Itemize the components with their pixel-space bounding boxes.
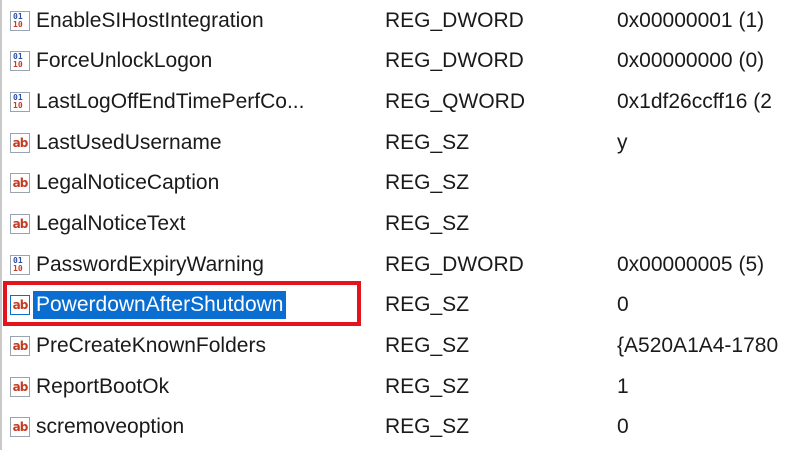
value-type: REG_SZ: [385, 293, 470, 316]
value-type: REG_DWORD: [385, 9, 524, 32]
binary-value-icon: 01 10: [10, 255, 30, 275]
registry-value-row[interactable]: 01 10 PasswordExpiryWarning REG_DWORD 0x0…: [0, 246, 800, 284]
binary-value-icon: 01 10: [10, 11, 30, 31]
value-data: 0x00000001 (1): [617, 9, 765, 32]
value-type: REG_SZ: [385, 375, 470, 398]
value-type: REG_SZ: [385, 415, 470, 438]
value-name-cell[interactable]: ab scremoveoption: [10, 412, 187, 442]
value-name: ReportBootOk: [36, 375, 170, 398]
value-name-cell[interactable]: ab LastUsedUsername: [10, 128, 225, 158]
value-name-cell[interactable]: ab PreCreateKnownFolders: [10, 331, 269, 361]
value-data: 0: [617, 415, 629, 438]
red-highlight-box: [3, 281, 361, 326]
value-data: 0x00000005 (5): [617, 253, 765, 276]
value-name-cell[interactable]: ab ReportBootOk: [10, 372, 172, 402]
registry-value-row[interactable]: ab LegalNoticeCaption REG_SZ: [0, 164, 800, 202]
value-name: PreCreateKnownFolders: [36, 334, 266, 357]
value-name-cell[interactable]: ab LegalNoticeCaption: [10, 168, 222, 198]
registry-value-row[interactable]: ab LegalNoticeText REG_SZ: [0, 205, 800, 243]
value-type: REG_SZ: [385, 131, 470, 154]
registry-value-row[interactable]: 01 10 EnableSIHostIntegration REG_DWORD 0…: [0, 2, 800, 40]
value-name: LastLogOffEndTimePerfCo...: [36, 90, 305, 113]
registry-value-row[interactable]: ab ReportBootOk REG_SZ 1: [0, 368, 800, 406]
value-name-cell[interactable]: 01 10 LastLogOffEndTimePerfCo...: [10, 87, 307, 117]
value-type: REG_SZ: [385, 212, 470, 235]
registry-value-row[interactable]: ab LastUsedUsername REG_SZ y: [0, 124, 800, 162]
value-name: LegalNoticeCaption: [36, 171, 220, 194]
registry-value-row[interactable]: ab scremoveoption REG_SZ 0: [0, 408, 800, 446]
value-name: PasswordExpiryWarning: [36, 253, 264, 276]
value-type: REG_DWORD: [385, 49, 524, 72]
binary-value-icon: 01 10: [10, 92, 30, 112]
value-type: REG_DWORD: [385, 253, 524, 276]
string-value-icon: ab: [10, 417, 30, 437]
value-name: LastUsedUsername: [36, 131, 222, 154]
value-type: REG_SZ: [385, 334, 470, 357]
value-name: LegalNoticeText: [36, 212, 186, 235]
value-data: 1: [617, 375, 629, 398]
value-name: ForceUnlockLogon: [36, 49, 213, 72]
value-name-cell[interactable]: ab LegalNoticeText: [10, 209, 188, 239]
value-type: REG_SZ: [385, 171, 470, 194]
string-value-icon: ab: [10, 214, 30, 234]
value-name-cell[interactable]: 01 10 PasswordExpiryWarning: [10, 250, 267, 280]
value-name: EnableSIHostIntegration: [36, 9, 264, 32]
string-value-icon: ab: [10, 173, 30, 193]
value-data: y: [617, 131, 628, 154]
value-data: 0: [617, 293, 629, 316]
registry-value-row[interactable]: ab PreCreateKnownFolders REG_SZ {A520A1A…: [0, 327, 800, 365]
value-name: scremoveoption: [36, 415, 185, 438]
string-value-icon: ab: [10, 377, 30, 397]
value-data: 0x00000000 (0): [617, 49, 765, 72]
string-value-icon: ab: [10, 336, 30, 356]
value-name-cell[interactable]: 01 10 EnableSIHostIntegration: [10, 6, 267, 36]
registry-value-row[interactable]: 01 10 ForceUnlockLogon REG_DWORD 0x000000…: [0, 42, 800, 80]
value-data: {A520A1A4-1780: [617, 334, 779, 357]
value-name-cell[interactable]: 01 10 ForceUnlockLogon: [10, 46, 215, 76]
value-data: 0x1df26ccff16 (2: [617, 90, 772, 113]
binary-value-icon: 01 10: [10, 51, 30, 71]
registry-value-row[interactable]: 01 10 LastLogOffEndTimePerfCo... REG_QWOR…: [0, 83, 800, 121]
string-value-icon: ab: [10, 133, 30, 153]
value-type: REG_QWORD: [385, 90, 526, 113]
